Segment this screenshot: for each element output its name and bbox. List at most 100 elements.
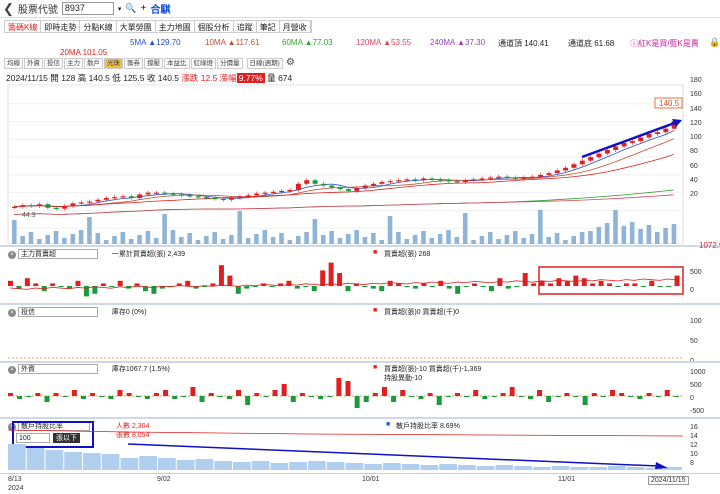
search-icon[interactable]: 🔍	[125, 3, 136, 14]
axis-tick: 50	[690, 338, 698, 345]
axis-tick: 1000	[690, 369, 706, 376]
chevron-left-icon[interactable]: ❮	[3, 1, 14, 17]
volume-bar	[112, 236, 117, 244]
panel4-bar	[8, 444, 26, 470]
hint-label: ⓘ紅K是買/藍K是賣	[630, 39, 699, 48]
toolbar-main[interactable]: 主力	[64, 58, 83, 69]
panel4-bar	[83, 453, 101, 470]
panel3-bar	[44, 396, 50, 402]
panel4-bar	[533, 467, 551, 470]
panel3-bar	[35, 393, 41, 396]
add-icon[interactable]: +	[141, 3, 147, 14]
volume-bar	[421, 231, 426, 244]
panel2-axis: 100 50 0	[690, 312, 702, 372]
candle	[654, 132, 660, 134]
candle	[229, 198, 235, 200]
candle	[613, 146, 619, 150]
panel3-bar	[71, 390, 77, 396]
volume-bar	[179, 237, 184, 244]
current-date: 2024/11/15	[648, 476, 689, 485]
volume-bar	[137, 235, 142, 244]
toolbar-trust[interactable]: 投信	[44, 58, 63, 69]
close-label: 收	[146, 73, 156, 83]
open-label: 開	[50, 73, 59, 83]
dropdown-icon[interactable]: ▾	[118, 5, 122, 13]
ma-legend: 5MA ▲129.70 10MA ▲117.61 60MA ▲77.03 120…	[0, 36, 720, 58]
lock-icon[interactable]: 🔒	[709, 37, 720, 48]
panel3-select[interactable]: 外資	[17, 364, 98, 374]
candle	[220, 198, 226, 201]
candle	[312, 180, 318, 184]
toolbar-ma[interactable]: 均線	[4, 58, 23, 69]
panel3-bar	[400, 390, 406, 396]
tab-big-order[interactable]: 大單勞團	[117, 21, 156, 32]
panel1-bar	[244, 286, 250, 289]
candle	[103, 198, 109, 200]
open-value: 128	[61, 73, 76, 83]
volume-bar	[454, 237, 460, 244]
volume-bar	[604, 223, 610, 244]
close-icon[interactable]: ×	[8, 366, 16, 374]
ma20-label: 20MA 101.05	[60, 48, 108, 57]
candle	[179, 194, 185, 196]
tab-analysis[interactable]: 個股分析	[195, 21, 234, 32]
tab-main-map[interactable]: 主力地圖	[156, 21, 195, 32]
axis-tick: 0	[690, 287, 694, 294]
toolbar-foreign[interactable]: 外資	[24, 58, 43, 69]
toolbar-traffic[interactable]: 紅綠燈	[190, 58, 216, 69]
volume-bar	[128, 239, 134, 244]
panel4-bar	[589, 467, 607, 470]
panel1-bar	[657, 286, 663, 287]
panel3-bar	[673, 396, 679, 397]
price-tick: 140	[690, 105, 702, 113]
panel3-bar	[372, 393, 378, 396]
tab-revenue[interactable]: 月營收	[280, 21, 311, 32]
toolbar-retail[interactable]: 散戶	[84, 58, 103, 69]
volume-bar	[78, 230, 84, 244]
volume-bar	[446, 230, 451, 244]
toolbar-light-bead[interactable]: 光珠	[104, 58, 123, 69]
panel1-bar	[640, 286, 646, 287]
pct-label: 漲幅	[219, 73, 237, 83]
stock-code-input[interactable]: 8937	[61, 2, 114, 15]
panel4-bar	[383, 463, 401, 470]
candle	[471, 179, 477, 181]
volume-bar	[546, 237, 551, 244]
stock-code-label: 股票代號	[17, 5, 58, 16]
volume-bar	[37, 239, 42, 244]
panel4-bar	[45, 450, 64, 470]
volume-bar	[479, 236, 485, 244]
volume-bar	[513, 231, 518, 244]
volume-bar	[346, 234, 351, 244]
candle	[487, 177, 493, 179]
toolbar-pe[interactable]: 本益比	[164, 58, 190, 69]
panel3-bar	[108, 396, 114, 399]
volume-bar	[663, 228, 668, 244]
panel3-bar	[427, 393, 433, 396]
main-tabs: 籌碼K線 即時走勢 分點K線 大單勞團 主力地圖 個股分析 追蹤 筆記 月營收	[4, 20, 312, 33]
panel3-bar	[527, 396, 533, 399]
candle	[604, 150, 610, 154]
candle	[638, 137, 644, 142]
candle	[437, 179, 443, 181]
period-select[interactable]: 日線(週期)	[246, 58, 283, 69]
low-label: 低	[112, 73, 121, 83]
panel1-bar	[505, 286, 511, 289]
volume-bar	[613, 210, 618, 244]
side-value: 1072.9	[699, 241, 720, 250]
volume-bar	[579, 232, 585, 244]
panel3-bar	[263, 396, 269, 397]
volume-bar	[95, 233, 101, 244]
toolbar-support[interactable]: 撐壓	[144, 58, 163, 69]
panel3-bars	[8, 378, 679, 408]
tab-notes[interactable]: 筆記	[257, 21, 280, 32]
tab-broker-k[interactable]: 分點K線	[80, 21, 117, 32]
tab-chip-k[interactable]: 籌碼K線	[5, 21, 42, 32]
tab-realtime[interactable]: 即時走勢	[41, 21, 81, 32]
toolbar-margin[interactable]: 籌券	[124, 58, 143, 69]
tab-track[interactable]: 追蹤	[234, 21, 257, 32]
panel1-bar	[117, 280, 123, 286]
candle	[513, 177, 519, 179]
gear-icon[interactable]: ⚙	[284, 58, 297, 69]
toolbar-volume-price[interactable]: 分價量	[217, 58, 243, 69]
